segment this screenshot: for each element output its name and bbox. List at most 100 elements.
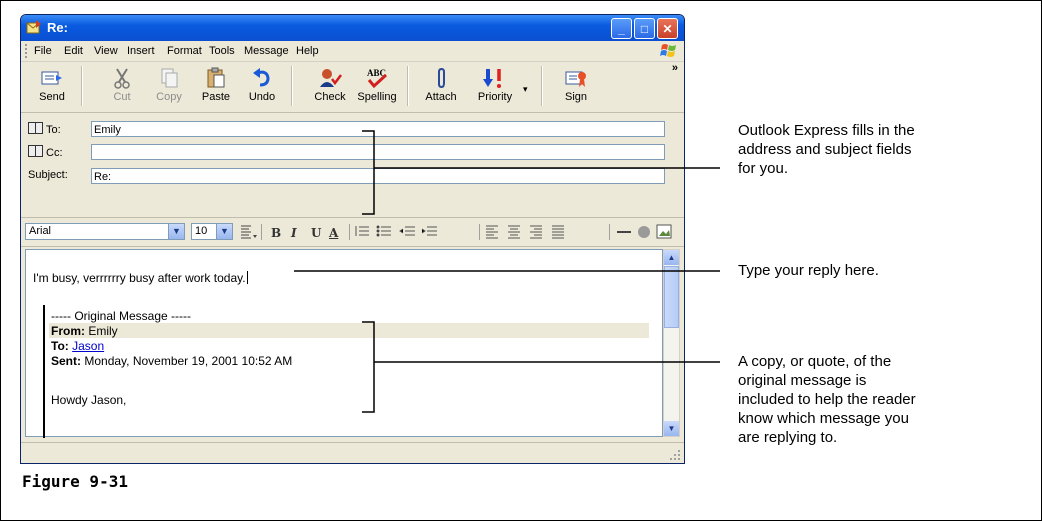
format-separator xyxy=(261,224,262,240)
toolbar-overflow-button[interactable]: » xyxy=(672,62,678,74)
paperclip-icon xyxy=(438,67,445,89)
priority-label: Priority xyxy=(477,91,513,103)
windows-logo-icon xyxy=(660,44,676,57)
alignment-icons[interactable] xyxy=(485,225,575,239)
to-line: To: Jason xyxy=(51,339,104,353)
menu-edit[interactable]: Edit xyxy=(64,45,83,57)
quote-callout-line: included to help the reader xyxy=(738,391,916,408)
status-bar xyxy=(21,442,684,463)
attach-label: Attach xyxy=(425,91,457,103)
copy-button[interactable]: Copy xyxy=(146,64,192,110)
to-label-group[interactable]: To: xyxy=(28,122,61,136)
menu-view[interactable]: View xyxy=(94,45,118,57)
font-size-select[interactable]: 10 ▼ xyxy=(191,223,233,240)
maximize-button[interactable]: □ xyxy=(634,18,655,39)
paste-label: Paste xyxy=(201,91,231,103)
underline-button[interactable]: U xyxy=(311,226,321,240)
check-names-icon xyxy=(320,69,342,87)
send-button[interactable]: Send xyxy=(29,64,75,110)
reply-text-content: I'm busy, verrrrrry busy after work toda… xyxy=(33,271,246,285)
list-indent-icons[interactable] xyxy=(355,225,475,239)
menu-message[interactable]: Message xyxy=(244,45,289,57)
spelling-button[interactable]: ABC Spelling xyxy=(354,64,400,110)
minimize-button[interactable]: _ xyxy=(611,18,632,39)
to-label: To: xyxy=(46,124,61,136)
sign-button[interactable]: Sign xyxy=(553,64,599,110)
resize-grip-icon[interactable] xyxy=(669,449,681,461)
paragraph-style-icon[interactable] xyxy=(239,224,257,240)
toolbar-separator xyxy=(407,66,409,106)
compose-window: Re: _ □ ✕ File Edit View Insert Format T… xyxy=(20,14,685,464)
reply-callout-line: Type your reply here. xyxy=(738,262,879,279)
menu-help[interactable]: Help xyxy=(296,45,319,57)
quote-callout-line: are replying to. xyxy=(738,429,838,446)
chevron-down-icon[interactable]: ▼ xyxy=(216,224,232,239)
fields-callout-line: Outlook Express fills in the xyxy=(738,122,915,139)
figure-label: Figure 9-31 xyxy=(22,472,128,491)
address-book-icon xyxy=(28,122,43,134)
reply-text[interactable]: I'm busy, verrrrrry busy after work toda… xyxy=(33,271,248,285)
cut-icon xyxy=(114,68,130,89)
subject-label: Subject: xyxy=(28,169,68,181)
format-separator xyxy=(349,224,350,240)
font-select-value: Arial xyxy=(29,225,52,237)
quote-callout: A copy, or quote, of the original messag… xyxy=(738,352,916,447)
quote-callout-line: original message is xyxy=(738,372,867,389)
priority-button[interactable]: Priority xyxy=(467,64,523,110)
title-bar[interactable]: Re: _ □ ✕ xyxy=(21,15,684,41)
cc-label-group[interactable]: Cc: xyxy=(28,145,63,159)
format-separator xyxy=(479,224,480,240)
message-editor[interactable]: I'm busy, verrrrrry busy after work toda… xyxy=(25,249,663,438)
subject-field[interactable]: Re: xyxy=(91,168,665,184)
address-book-icon xyxy=(28,145,43,157)
menu-format[interactable]: Format xyxy=(167,45,202,57)
menu-tools[interactable]: Tools xyxy=(209,45,235,57)
original-header: ----- Original Message ----- xyxy=(51,309,192,323)
sent-line: Sent: Monday, November 19, 2001 10:52 AM xyxy=(51,354,292,368)
menu-bar: File Edit View Insert Format Tools Messa… xyxy=(21,41,684,62)
copy-icon xyxy=(161,68,178,88)
undo-icon xyxy=(253,68,270,87)
chevron-down-icon[interactable]: ▼ xyxy=(168,224,184,239)
font-color-button[interactable]: A xyxy=(329,226,338,240)
cc-field[interactable] xyxy=(91,144,665,160)
quote-bar xyxy=(43,305,45,438)
copy-label: Copy xyxy=(156,91,182,103)
from-label: From: xyxy=(51,324,85,338)
to-field[interactable]: Emily xyxy=(91,121,665,137)
scroll-down-icon[interactable]: ▼ xyxy=(664,421,679,436)
fields-callout-line: for you. xyxy=(738,160,789,177)
menu-grip[interactable] xyxy=(25,44,29,58)
scroll-thumb[interactable] xyxy=(664,266,679,328)
check-names-button[interactable]: Check xyxy=(307,64,353,110)
vertical-scrollbar[interactable]: ▲ ▼ xyxy=(663,249,680,437)
priority-icon xyxy=(483,69,501,88)
bold-button[interactable]: B xyxy=(271,226,281,240)
quote-callout-line: A copy, or quote, of the xyxy=(738,353,892,370)
menu-file[interactable]: File xyxy=(34,45,52,57)
insert-icons[interactable] xyxy=(615,224,675,240)
scroll-up-icon[interactable]: ▲ xyxy=(664,250,679,265)
hyperlink-icon xyxy=(638,226,650,238)
italic-button[interactable]: I xyxy=(291,226,297,240)
text-cursor xyxy=(246,271,248,284)
from-value: Emily xyxy=(88,324,118,338)
priority-dropdown-icon[interactable]: ▾ xyxy=(523,84,528,95)
cc-label: Cc: xyxy=(46,147,63,159)
sign-label: Sign xyxy=(564,91,588,103)
toolbar-separator xyxy=(541,66,543,106)
from-line: From: Emily xyxy=(51,324,118,338)
attach-button[interactable]: Attach xyxy=(418,64,464,110)
message-icon xyxy=(26,20,41,34)
font-select[interactable]: Arial ▼ xyxy=(25,223,185,240)
undo-label: Undo xyxy=(248,91,276,103)
undo-button[interactable]: Undo xyxy=(239,64,285,110)
menu-insert[interactable]: Insert xyxy=(127,45,155,57)
close-button[interactable]: ✕ xyxy=(657,18,678,39)
toolbar-separator xyxy=(291,66,293,106)
toolbar: Send Cut Copy Paste Undo Check ABC Spell… xyxy=(21,62,684,113)
paste-button[interactable]: Paste xyxy=(193,64,239,110)
cut-button[interactable]: Cut xyxy=(99,64,145,110)
spelling-label: Spelling xyxy=(357,91,397,103)
to-link[interactable]: Jason xyxy=(72,339,104,353)
